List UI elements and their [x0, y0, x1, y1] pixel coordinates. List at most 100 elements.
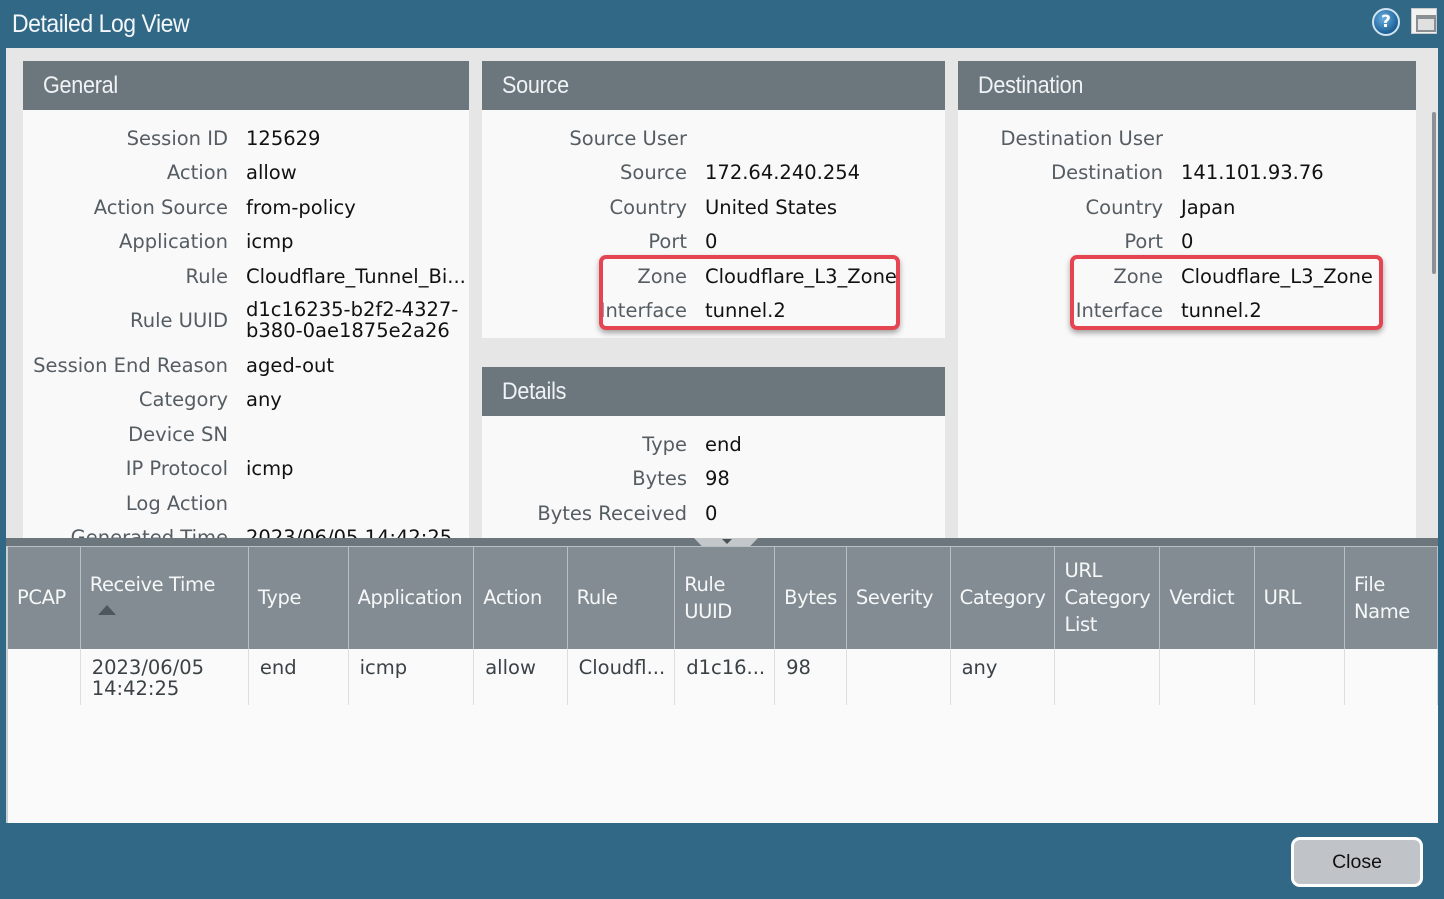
field-value: allow — [246, 161, 297, 184]
general-panel: General Session ID 125629 Action allow A… — [23, 61, 469, 540]
cell-severity — [846, 648, 951, 705]
column-header-url[interactable]: URL — [1254, 546, 1345, 649]
destination-panel-header: Destination — [958, 61, 1416, 110]
column-label: PCAP — [17, 586, 66, 610]
field-label: Device SN — [128, 423, 228, 446]
column-header-type[interactable]: Type — [248, 546, 349, 649]
column-header-verdict[interactable]: Verdict — [1159, 546, 1255, 649]
destination-row-interface: Interface tunnel.2 — [958, 299, 1416, 322]
cell-pcap — [8, 648, 81, 705]
field-value: 141.101.93.76 — [1181, 161, 1324, 184]
field-value: 172.64.240.254 — [705, 161, 861, 184]
details-row-type: Type end — [482, 433, 945, 456]
field-value: icmp — [246, 457, 294, 480]
general-row-device-sn: Device SN — [23, 423, 469, 446]
cell-application: icmp — [348, 648, 475, 705]
field-value: 0 — [1181, 230, 1194, 253]
field-label: Type — [642, 433, 687, 456]
general-panel-header: General — [23, 61, 469, 110]
field-label: Log Action — [125, 492, 228, 515]
general-row-log-action: Log Action — [23, 492, 469, 515]
general-row-action-source: Action Source from-policy — [23, 196, 469, 219]
destination-row-country: Country Japan — [958, 196, 1416, 219]
field-value: Cloudflare_Tunnel_Bi... — [246, 265, 466, 288]
destination-panel: Destination Destination User Destination… — [958, 61, 1416, 540]
general-row-category: Category any — [23, 388, 469, 411]
field-label: Zone — [1113, 265, 1163, 288]
column-header-url-category-list[interactable]: URL Category List — [1054, 546, 1161, 649]
column-label: Severity — [855, 586, 934, 610]
sort-ascending-icon — [97, 605, 116, 616]
source-panel-header: Source — [482, 61, 945, 110]
column-label: Rule UUID — [684, 572, 732, 623]
field-label: Bytes — [632, 467, 687, 490]
column-header-pcap[interactable]: PCAP — [8, 546, 81, 649]
field-label: Rule UUID — [130, 308, 228, 332]
field-value: tunnel.2 — [1181, 299, 1262, 322]
column-label: Type — [257, 586, 302, 610]
field-label: Category — [138, 388, 228, 411]
column-header-receive-time[interactable]: Receive Time — [80, 546, 249, 649]
column-header-application[interactable]: Application — [348, 546, 475, 649]
cell-file-name — [1344, 648, 1439, 705]
column-header-category[interactable]: Category — [950, 546, 1056, 649]
field-label: Source — [620, 161, 687, 184]
cell-verdict — [1159, 648, 1255, 705]
field-value: icmp — [246, 230, 294, 253]
column-label: File Name — [1353, 572, 1410, 623]
field-value: aged-out — [246, 354, 335, 377]
column-label: Bytes — [784, 586, 837, 610]
column-label: Application — [357, 586, 463, 610]
collapse-handle-icon[interactable] — [694, 538, 758, 546]
destination-header-text: Destination — [978, 72, 1084, 99]
table-row[interactable]: 2023/06/05 14:42:25 end icmp allow Cloudf… — [8, 648, 1439, 705]
field-value: end — [705, 433, 742, 456]
column-header-severity[interactable]: Severity — [846, 546, 951, 649]
field-value: d1c16235-b2f2-4327- b380-0ae1875e2a26 — [228, 299, 458, 341]
window-title: Detailed Log View — [12, 10, 190, 38]
column-header-bytes[interactable]: Bytes — [774, 546, 847, 649]
table-header-row: PCAP Receive Time Type Application Actio… — [8, 546, 1439, 649]
detail-scrollbar[interactable] — [1432, 112, 1436, 274]
maximize-icon[interactable] — [1411, 8, 1437, 34]
field-label: Country — [609, 196, 687, 219]
column-label: Verdict — [1169, 586, 1235, 610]
cell-category: any — [950, 648, 1056, 705]
field-value: tunnel.2 — [705, 299, 786, 322]
column-label: Receive Time — [89, 572, 216, 596]
details-header-text: Details — [502, 378, 567, 405]
cell-url-category-list — [1054, 648, 1161, 705]
column-header-rule-uuid[interactable]: Rule UUID — [674, 546, 776, 649]
field-value: Cloudflare_L3_Zone — [1181, 265, 1373, 288]
close-button[interactable]: Close — [1291, 837, 1423, 887]
help-icon[interactable]: ? — [1372, 8, 1400, 36]
details-panel: Details Type end Bytes 98 Bytes Received… — [482, 367, 945, 540]
log-table-area: PCAP Receive Time Type Application Actio… — [6, 546, 1439, 823]
details-row-bytes: Bytes 98 — [482, 467, 945, 490]
general-row-session-end-reason: Session End Reason aged-out — [23, 354, 469, 377]
details-panel-header: Details — [482, 367, 945, 416]
column-label: Action — [483, 586, 542, 610]
general-row-rule: Rule Cloudflare_Tunnel_Bi... — [23, 265, 469, 288]
column-header-action[interactable]: Action — [473, 546, 568, 649]
pane-splitter[interactable] — [6, 538, 1438, 546]
field-value: Cloudflare_L3_Zone — [705, 265, 897, 288]
field-label: Port — [1124, 230, 1163, 253]
field-label: Rule — [185, 265, 228, 288]
destination-row-zone: Zone Cloudflare_L3_Zone — [958, 265, 1416, 288]
cell-action: allow — [473, 648, 568, 705]
cell-type: end — [248, 648, 349, 705]
cell-rule-uuid: d1c16... — [674, 648, 776, 705]
general-row-action: Action allow — [23, 161, 469, 184]
details-row-bytes-received: Bytes Received 0 — [482, 502, 945, 525]
cell-url — [1254, 648, 1345, 705]
field-label: Session End Reason — [33, 354, 228, 377]
column-label: Category — [959, 586, 1046, 610]
general-row-session-id: Session ID 125629 — [23, 127, 469, 150]
column-header-file-name[interactable]: File Name — [1344, 546, 1439, 649]
column-header-rule[interactable]: Rule — [567, 546, 676, 649]
source-row-country: Country United States — [482, 196, 945, 219]
field-label: Zone — [637, 265, 687, 288]
field-label: Interface — [1075, 299, 1163, 322]
field-value: from-policy — [246, 196, 356, 219]
